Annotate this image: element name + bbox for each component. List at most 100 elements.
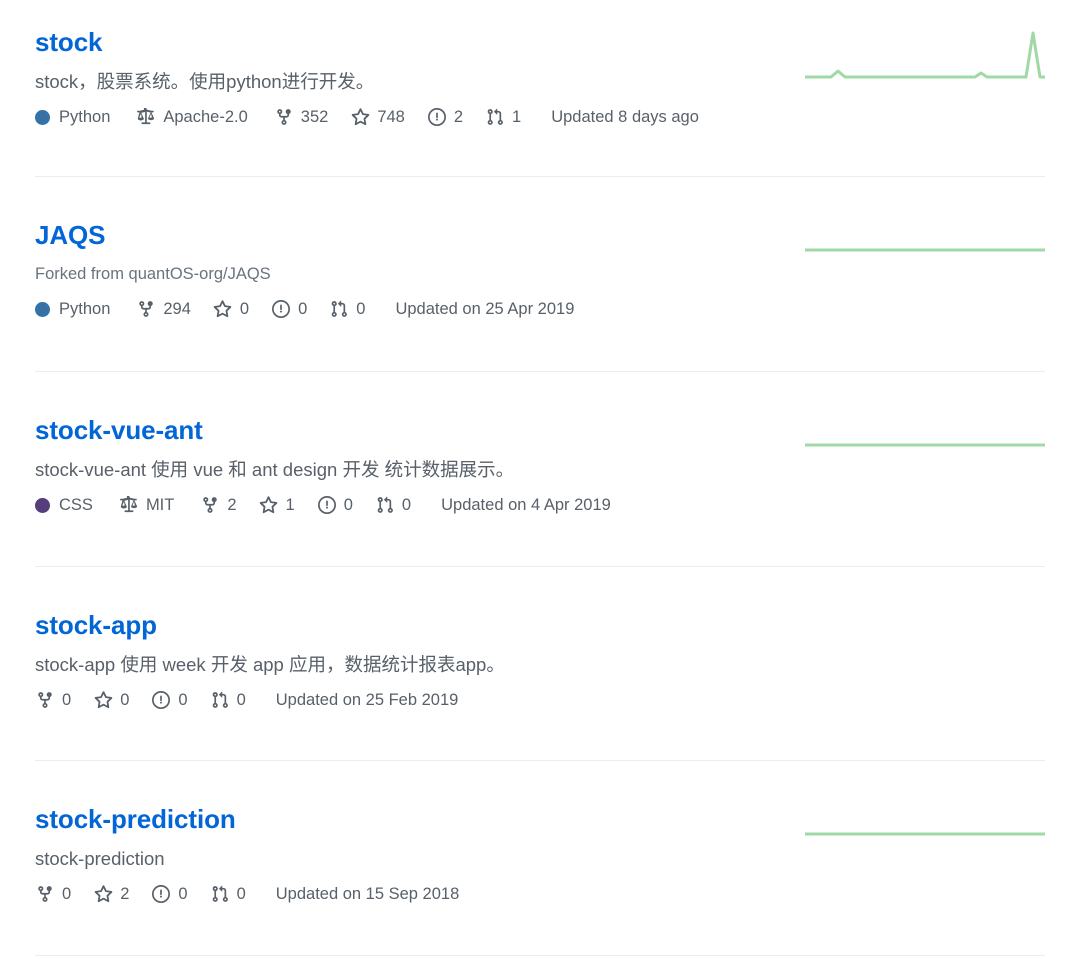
license-indicator: Apache-2.0 [136, 107, 248, 127]
fork-count[interactable]: 0 [35, 884, 71, 904]
issue-count[interactable]: 0 [151, 884, 188, 904]
issue-count-value: 0 [178, 885, 188, 903]
pull-request-count[interactable]: 0 [375, 495, 411, 515]
repository-list: stock stock，股票系统。使用python进行开发。 Python Ap… [35, 0, 1045, 956]
star-icon [93, 884, 113, 904]
star-count-value: 0 [239, 300, 250, 318]
language-color-dot [35, 497, 50, 513]
pull-request-count-value: 0 [236, 885, 246, 903]
fork-count-value: 2 [227, 496, 237, 514]
issue-opened-icon [427, 107, 447, 127]
updated-timestamp: Updated on 25 Feb 2019 [275, 691, 459, 709]
star-count[interactable]: 748 [350, 107, 405, 127]
issue-opened-icon [271, 299, 291, 319]
repository-list-item: JAQS Forked from quantOS-org/JAQS Python [35, 177, 1045, 372]
repository-name-link[interactable]: stock-vue-ant [35, 415, 203, 445]
law-scale-icon [119, 495, 139, 515]
repository-name-link[interactable]: stock [35, 27, 103, 57]
language-indicator: CSS [35, 495, 93, 515]
repository-meta: Python Apache-2.0 352 748 2 1 Updated 8 … [35, 107, 699, 127]
star-count-value: 748 [377, 108, 405, 126]
language-indicator: Python [35, 107, 110, 127]
pull-request-count-value: 0 [401, 496, 412, 514]
star-count[interactable]: 0 [213, 299, 249, 319]
commit-activity-sparkline [805, 395, 1045, 455]
law-scale-icon [136, 107, 156, 127]
star-count[interactable]: 1 [259, 495, 295, 515]
pull-request-count[interactable]: 0 [210, 690, 246, 710]
repository-details: stock-app stock-app 使用 week 开发 app 应用，数据… [35, 610, 505, 710]
repository-list-item: stock stock，股票系统。使用python进行开发。 Python Ap… [35, 0, 1045, 177]
forked-from-prefix: Forked from [35, 265, 129, 283]
issue-count[interactable]: 0 [271, 299, 307, 319]
updated-timestamp: Updated 8 days ago [551, 108, 699, 126]
license-label: Apache-2.0 [163, 108, 248, 126]
repository-meta: 0 0 0 0 Updated on 25 Feb 2019 [35, 690, 505, 710]
star-icon [259, 495, 279, 515]
commit-activity-sparkline [805, 27, 1045, 87]
repo-forked-icon [200, 495, 220, 515]
language-color-dot [35, 109, 50, 125]
git-pull-request-icon [210, 690, 230, 710]
pull-request-count[interactable]: 0 [329, 299, 365, 319]
star-count-value: 0 [120, 691, 130, 709]
language-label: Python [59, 108, 111, 126]
license-label: MIT [145, 496, 175, 514]
updated-timestamp: Updated on 4 Apr 2019 [441, 496, 611, 514]
repository-details: stock-prediction stock-prediction 0 2 0 … [35, 804, 459, 904]
commit-activity-sparkline [805, 200, 1045, 260]
sparkline-path [805, 31, 1045, 79]
fork-count[interactable]: 0 [35, 690, 71, 710]
star-count[interactable]: 0 [93, 690, 129, 710]
star-icon [93, 690, 113, 710]
language-label: CSS [59, 496, 93, 514]
pull-request-count-value: 0 [356, 300, 366, 318]
updated-timestamp: Updated on 15 Sep 2018 [275, 885, 460, 903]
repository-meta: CSS MIT 2 1 0 0 Updated on 4 Apr 2019 [35, 495, 611, 515]
repository-meta: Python 294 0 0 0 Updated on 25 Apr 2019 [35, 299, 574, 319]
repository-list-item: stock-prediction stock-prediction 0 2 0 … [35, 761, 1045, 956]
repository-details: JAQS Forked from quantOS-org/JAQS Python [35, 220, 574, 319]
repository-description: stock-vue-ant 使用 vue 和 ant design 开发 统计数… [35, 459, 515, 480]
repository-description: stock-prediction [35, 848, 165, 869]
repository-description: stock，股票系统。使用python进行开发。 [35, 71, 375, 92]
forked-from-link[interactable]: quantOS-org/JAQS [129, 265, 271, 283]
commit-activity-sparkline [805, 784, 1045, 844]
issue-opened-icon [151, 690, 171, 710]
repo-forked-icon [136, 299, 156, 319]
repository-description: stock-app 使用 week 开发 app 应用，数据统计报表app。 [35, 654, 505, 675]
issue-count-value: 0 [343, 496, 353, 514]
issue-count[interactable]: 0 [151, 690, 188, 710]
star-count[interactable]: 2 [93, 884, 129, 904]
pull-request-count[interactable]: 0 [210, 884, 246, 904]
repo-forked-icon [35, 690, 55, 710]
star-count-value: 2 [120, 885, 130, 903]
language-color-dot [35, 301, 50, 317]
pull-request-count-value: 1 [512, 108, 522, 126]
repository-name-link[interactable]: stock-prediction [35, 804, 236, 834]
fork-count[interactable]: 352 [274, 107, 328, 127]
star-icon [213, 299, 233, 319]
repository-details: stock stock，股票系统。使用python进行开发。 Python Ap… [35, 27, 699, 127]
fork-count-value: 294 [163, 300, 191, 318]
issue-count[interactable]: 2 [427, 107, 463, 127]
issue-count-value: 0 [298, 300, 308, 318]
fork-count[interactable]: 2 [200, 495, 237, 515]
pull-request-count-value: 0 [236, 691, 246, 709]
repository-list-item: stock-vue-ant stock-vue-ant 使用 vue 和 ant… [35, 372, 1045, 567]
issue-count[interactable]: 0 [317, 495, 353, 515]
license-indicator: MIT [119, 495, 174, 515]
language-label: Python [59, 300, 111, 318]
repository-meta: 0 2 0 0 Updated on 15 Sep 2018 [35, 884, 459, 904]
repo-forked-icon [35, 884, 55, 904]
repository-list-item: stock-app stock-app 使用 week 开发 app 应用，数据… [35, 567, 1045, 761]
repository-name-link[interactable]: JAQS [35, 220, 106, 250]
git-pull-request-icon [375, 495, 395, 515]
issue-opened-icon [151, 884, 171, 904]
repository-name-link[interactable]: stock-app [35, 610, 157, 640]
forked-from-label: Forked from quantOS-org/JAQS [35, 262, 574, 286]
pull-request-count[interactable]: 1 [485, 107, 521, 127]
issue-count-value: 0 [178, 691, 188, 709]
issue-opened-icon [317, 495, 337, 515]
fork-count[interactable]: 294 [136, 299, 191, 319]
